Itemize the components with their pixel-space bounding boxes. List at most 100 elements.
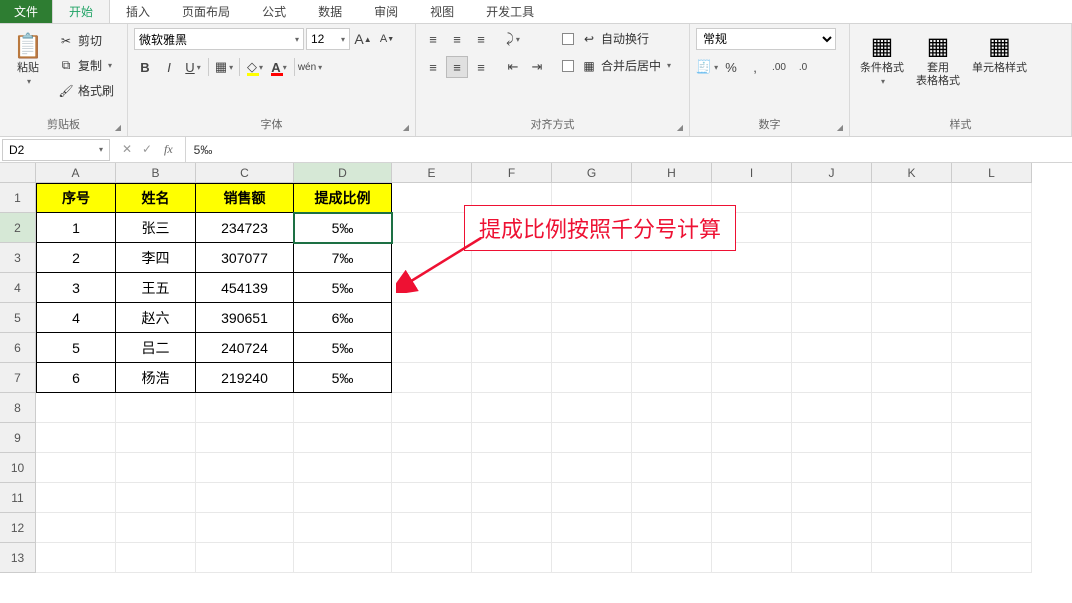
row-header[interactable]: 4 bbox=[0, 273, 36, 303]
increase-decimal-icon[interactable]: .00 bbox=[768, 56, 790, 78]
cell[interactable] bbox=[472, 423, 552, 453]
col-header[interactable]: H bbox=[632, 163, 712, 183]
cell[interactable] bbox=[36, 423, 116, 453]
cell[interactable]: 销售额 bbox=[196, 183, 294, 213]
cell[interactable] bbox=[472, 333, 552, 363]
align-bottom-icon[interactable]: ≡ bbox=[470, 28, 492, 50]
cell[interactable] bbox=[196, 483, 294, 513]
copy-button[interactable]: ⧉复制▾ bbox=[54, 55, 118, 76]
cell[interactable]: 1 bbox=[36, 213, 116, 243]
tab-0[interactable]: 开始 bbox=[52, 0, 110, 23]
cell[interactable]: 张三 bbox=[116, 213, 196, 243]
cell[interactable]: 提成比例 bbox=[294, 183, 392, 213]
row-header[interactable]: 5 bbox=[0, 303, 36, 333]
cell[interactable] bbox=[952, 483, 1032, 513]
conditional-formatting-button[interactable]: ▦ 条件格式▾ bbox=[856, 28, 908, 90]
cell[interactable]: 5‰ bbox=[294, 363, 392, 393]
row-header[interactable]: 12 bbox=[0, 513, 36, 543]
cell[interactable] bbox=[632, 423, 712, 453]
row-header[interactable]: 7 bbox=[0, 363, 36, 393]
cell[interactable] bbox=[196, 513, 294, 543]
cell[interactable]: 姓名 bbox=[116, 183, 196, 213]
tab-1[interactable]: 插入 bbox=[110, 0, 166, 23]
bold-button[interactable]: B bbox=[134, 56, 156, 78]
col-header[interactable]: A bbox=[36, 163, 116, 183]
col-header[interactable]: J bbox=[792, 163, 872, 183]
cell[interactable] bbox=[116, 453, 196, 483]
cell[interactable] bbox=[712, 363, 792, 393]
cell[interactable] bbox=[632, 453, 712, 483]
cell[interactable] bbox=[116, 483, 196, 513]
cell[interactable] bbox=[872, 483, 952, 513]
underline-button[interactable]: U▾ bbox=[182, 56, 204, 78]
cell[interactable] bbox=[36, 483, 116, 513]
cell[interactable] bbox=[294, 423, 392, 453]
align-middle-icon[interactable]: ≡ bbox=[446, 28, 468, 50]
cell[interactable]: 307077 bbox=[196, 243, 294, 273]
col-header[interactable]: I bbox=[712, 163, 792, 183]
cell[interactable]: 234723 bbox=[196, 213, 294, 243]
cell[interactable] bbox=[392, 453, 472, 483]
cell[interactable] bbox=[552, 303, 632, 333]
align-center-icon[interactable]: ≡ bbox=[446, 56, 468, 78]
tab-3[interactable]: 公式 bbox=[246, 0, 302, 23]
cell[interactable] bbox=[294, 543, 392, 573]
cell[interactable] bbox=[952, 303, 1032, 333]
cell[interactable] bbox=[552, 453, 632, 483]
tab-2[interactable]: 页面布局 bbox=[166, 0, 246, 23]
phonetic-button[interactable]: wén▾ bbox=[299, 56, 321, 78]
cell[interactable] bbox=[952, 243, 1032, 273]
select-all-corner[interactable] bbox=[0, 163, 36, 183]
cell[interactable] bbox=[872, 453, 952, 483]
cell[interactable] bbox=[952, 333, 1032, 363]
cell[interactable] bbox=[472, 303, 552, 333]
cell[interactable]: 3 bbox=[36, 273, 116, 303]
cell[interactable] bbox=[792, 393, 872, 423]
cell[interactable]: 219240 bbox=[196, 363, 294, 393]
cell[interactable] bbox=[552, 483, 632, 513]
cell[interactable] bbox=[632, 303, 712, 333]
cell[interactable] bbox=[472, 453, 552, 483]
cell[interactable]: 4 bbox=[36, 303, 116, 333]
name-box[interactable]: D2▾ bbox=[2, 139, 110, 161]
cell[interactable] bbox=[552, 543, 632, 573]
cell[interactable]: 390651 bbox=[196, 303, 294, 333]
increase-font-icon[interactable]: A▲ bbox=[352, 28, 374, 50]
dialog-launcher-icon[interactable]: ◢ bbox=[837, 123, 843, 132]
cell[interactable] bbox=[792, 513, 872, 543]
cell[interactable]: 5 bbox=[36, 333, 116, 363]
row-header[interactable]: 1 bbox=[0, 183, 36, 213]
cell[interactable] bbox=[872, 273, 952, 303]
italic-button[interactable]: I bbox=[158, 56, 180, 78]
cell[interactable] bbox=[872, 423, 952, 453]
fill-color-button[interactable]: ◇▾ bbox=[244, 56, 266, 78]
cell[interactable] bbox=[552, 363, 632, 393]
cell[interactable] bbox=[952, 213, 1032, 243]
cell[interactable] bbox=[712, 393, 792, 423]
row-header[interactable]: 9 bbox=[0, 423, 36, 453]
cell[interactable] bbox=[392, 423, 472, 453]
tab-file[interactable]: 文件 bbox=[0, 0, 52, 23]
cell[interactable] bbox=[632, 513, 712, 543]
cell[interactable] bbox=[792, 303, 872, 333]
cell[interactable] bbox=[952, 363, 1032, 393]
cell[interactable] bbox=[116, 423, 196, 453]
cell[interactable] bbox=[872, 363, 952, 393]
format-painter-button[interactable]: 🖌格式刷 bbox=[54, 80, 118, 101]
cell[interactable] bbox=[36, 513, 116, 543]
align-top-icon[interactable]: ≡ bbox=[422, 28, 444, 50]
comma-button[interactable]: , bbox=[744, 56, 766, 78]
merge-center-button[interactable]: ▦合并后居中▾ bbox=[558, 55, 675, 76]
cell[interactable] bbox=[872, 333, 952, 363]
cell[interactable] bbox=[36, 393, 116, 423]
cell[interactable] bbox=[552, 423, 632, 453]
cell[interactable] bbox=[392, 333, 472, 363]
align-right-icon[interactable]: ≡ bbox=[470, 56, 492, 78]
cell[interactable] bbox=[392, 393, 472, 423]
cell[interactable] bbox=[872, 303, 952, 333]
cell[interactable] bbox=[952, 453, 1032, 483]
cell[interactable] bbox=[632, 273, 712, 303]
cell[interactable] bbox=[712, 453, 792, 483]
font-size-select[interactable]: 12▾ bbox=[306, 28, 350, 50]
cell[interactable] bbox=[952, 273, 1032, 303]
